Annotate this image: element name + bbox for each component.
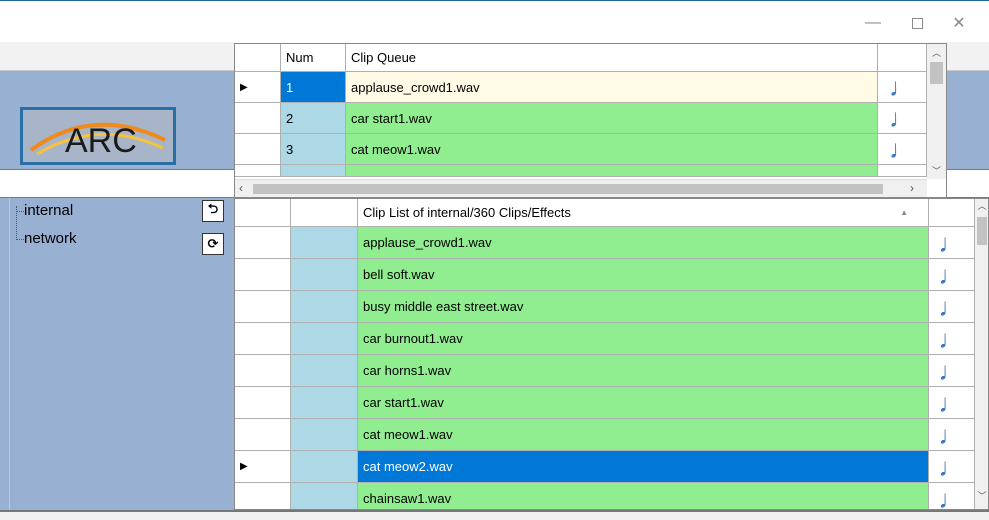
clip-name[interactable]: applause_crowd1.wav <box>358 227 929 259</box>
clip-name[interactable]: chainsaw1.wav <box>358 483 929 509</box>
folder-tree: internal network ⮌ ⟳ <box>10 198 235 510</box>
row-indicator-icon: ▶ <box>235 451 291 483</box>
row-indicator <box>235 227 291 259</box>
clip-name[interactable]: car start1.wav <box>358 387 929 419</box>
clip-name[interactable]: busy middle east street.wav <box>358 291 929 323</box>
play-note-icon[interactable]: ♩ <box>929 451 975 483</box>
refresh-button[interactable]: ⟳ <box>202 233 224 255</box>
clips-header-blank <box>291 199 358 227</box>
clip-row[interactable]: car burnout1.wav ♩ <box>235 323 975 355</box>
window-titlebar: — ✕ <box>0 0 989 42</box>
refresh-icon: ⟳ <box>207 236 219 251</box>
queue-horizontal-scrollbar[interactable]: ‹ › <box>235 179 927 197</box>
queue-clip[interactable]: cat meow1.wav <box>346 134 878 165</box>
left-edge-bar <box>0 198 10 510</box>
clip-queue-grid: Num Clip Queue ▶ 1 applause_crowd1.wav ♩… <box>234 43 947 198</box>
maximize-icon <box>911 17 923 29</box>
clip-name[interactable]: car burnout1.wav <box>358 323 929 355</box>
queue-scroll-thumb[interactable] <box>930 62 943 84</box>
clips-vertical-scrollbar[interactable]: ︿ ﹀ <box>975 199 988 509</box>
clips-header-indicator <box>235 199 291 227</box>
queue-header-play <box>878 44 927 72</box>
queue-row-partial <box>235 165 927 177</box>
play-note-icon[interactable]: ♩ <box>878 134 927 165</box>
clips-header: Clip List of internal/360 Clips/Effects … <box>235 199 975 227</box>
scroll-left-icon[interactable]: ‹ <box>239 181 243 195</box>
tree-item-network[interactable]: network <box>24 230 77 247</box>
play-note-icon[interactable]: ♩ <box>929 419 975 451</box>
minimize-button[interactable]: — <box>858 11 888 35</box>
play-note-icon[interactable]: ♩ <box>929 483 975 509</box>
back-button[interactable]: ⮌ <box>202 200 224 222</box>
play-note-icon[interactable]: ♩ <box>929 227 975 259</box>
scroll-right-icon[interactable]: › <box>910 181 914 195</box>
queue-row[interactable]: ▶ 1 applause_crowd1.wav ♩ <box>235 72 927 103</box>
play-note-icon[interactable]: ♩ <box>929 387 975 419</box>
queue-hscroll-thumb[interactable] <box>253 184 883 194</box>
queue-num[interactable]: 1 <box>281 72 346 103</box>
clips-scroll-thumb[interactable] <box>977 217 987 245</box>
logo-text: ARC <box>65 122 137 160</box>
close-icon: ✕ <box>952 15 966 32</box>
clip-row-selected[interactable]: ▶ cat meow2.wav ♩ <box>235 451 975 483</box>
maximize-button[interactable] <box>902 11 932 35</box>
clip-num <box>291 227 358 259</box>
queue-header-clip[interactable]: Clip Queue <box>346 44 878 72</box>
queue-row[interactable]: 3 cat meow1.wav ♩ <box>235 134 927 165</box>
queue-header-indicator <box>235 44 281 72</box>
path-field[interactable] <box>0 169 235 198</box>
clip-row[interactable]: applause_crowd1.wav ♩ <box>235 227 975 259</box>
clip-name[interactable]: bell soft.wav <box>358 259 929 291</box>
tree-item-internal[interactable]: internal <box>24 202 73 219</box>
close-button[interactable]: ✕ <box>944 11 974 35</box>
clips-header-title: Clip List of internal/360 Clips/Effects <box>363 205 571 220</box>
row-indicator-icon: ▶ <box>235 72 281 103</box>
row-indicator <box>235 103 281 134</box>
queue-vertical-scrollbar[interactable]: ︿ ﹀ <box>927 44 946 179</box>
play-note-icon[interactable]: ♩ <box>878 72 927 103</box>
clips-header-title-cell[interactable]: Clip List of internal/360 Clips/Effects … <box>358 199 929 227</box>
back-icon: ⮌ <box>207 201 219 216</box>
arc-logo: ARC <box>20 107 176 165</box>
scroll-up-icon[interactable]: ︿ <box>927 46 946 59</box>
left-toolbar-strip <box>0 42 235 71</box>
queue-num[interactable]: 2 <box>281 103 346 134</box>
sort-ascending-icon: ▲ <box>900 208 908 217</box>
scroll-down-icon[interactable]: ﹀ <box>975 489 988 502</box>
queue-clip[interactable]: car start1.wav <box>346 103 878 134</box>
play-note-icon[interactable]: ♩ <box>929 259 975 291</box>
queue-row[interactable]: 2 car start1.wav ♩ <box>235 103 927 134</box>
row-indicator <box>235 134 281 165</box>
play-note-icon[interactable]: ♩ <box>929 323 975 355</box>
clip-list-grid: Clip List of internal/360 Clips/Effects … <box>234 198 989 510</box>
play-note-icon[interactable]: ♩ <box>929 355 975 387</box>
clip-name[interactable]: car horns1.wav <box>358 355 929 387</box>
queue-header-num[interactable]: Num <box>281 44 346 72</box>
play-note-icon[interactable]: ♩ <box>929 291 975 323</box>
clip-row[interactable]: cat meow1.wav ♩ <box>235 419 975 451</box>
clip-name[interactable]: cat meow2.wav <box>358 451 929 483</box>
clip-row[interactable]: bell soft.wav ♩ <box>235 259 975 291</box>
scroll-up-icon[interactable]: ︿ <box>975 199 988 212</box>
queue-clip[interactable]: applause_crowd1.wav <box>346 72 878 103</box>
minimize-icon: — <box>865 14 881 31</box>
scroll-down-icon[interactable]: ﹀ <box>927 164 946 177</box>
queue-num[interactable]: 3 <box>281 134 346 165</box>
clip-name[interactable]: cat meow1.wav <box>358 419 929 451</box>
clip-row[interactable]: car horns1.wav ♩ <box>235 355 975 387</box>
queue-header: Num Clip Queue <box>235 44 927 72</box>
clip-row[interactable]: chainsaw1.wav ♩ <box>235 483 975 509</box>
clip-row[interactable]: car start1.wav ♩ <box>235 387 975 419</box>
play-note-icon[interactable]: ♩ <box>878 103 927 134</box>
status-bar <box>0 510 989 520</box>
clip-row[interactable]: busy middle east street.wav ♩ <box>235 291 975 323</box>
